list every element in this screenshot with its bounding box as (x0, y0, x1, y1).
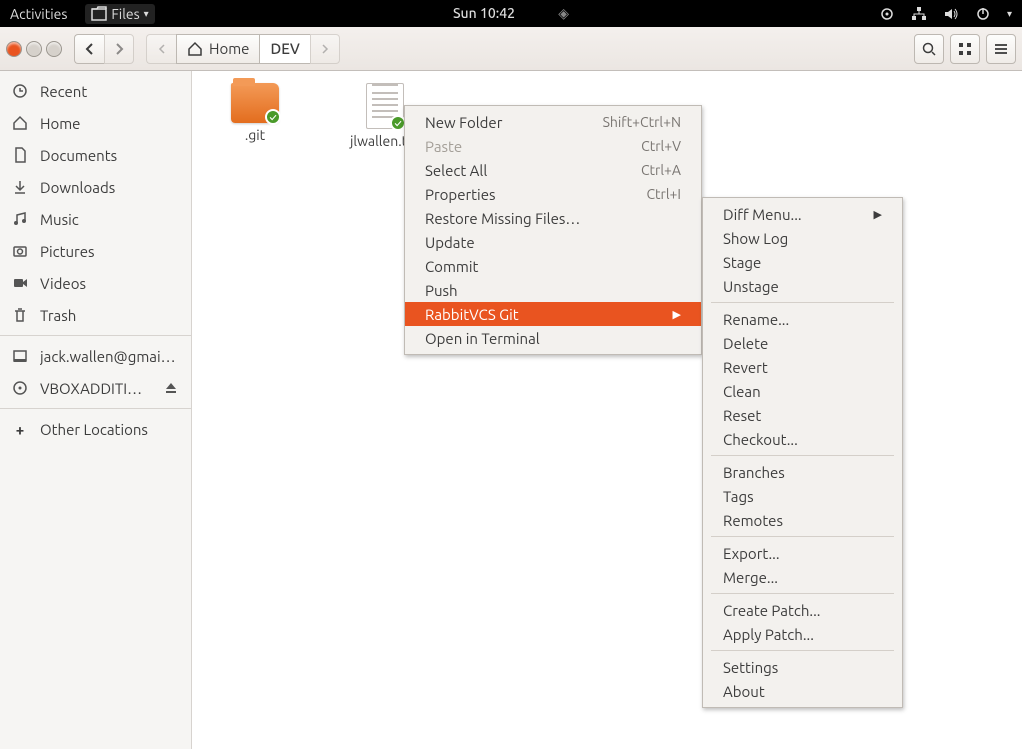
location-icon[interactable] (879, 6, 895, 22)
path-segment-current[interactable]: DEV (259, 34, 309, 64)
files-icon (91, 6, 107, 22)
sidebar-mount-vbox[interactable]: VBOXADDITIO… (0, 372, 191, 404)
window-controls (6, 41, 62, 57)
submenu-diff-menu[interactable]: Diff Menu...▶ (703, 202, 902, 226)
document-icon (12, 147, 28, 163)
maximize-button[interactable] (46, 41, 62, 57)
server-icon (12, 348, 28, 364)
camera-icon (12, 243, 28, 259)
path-bar: Home DEV (146, 34, 340, 64)
network-icon[interactable] (911, 6, 927, 22)
eject-icon[interactable] (163, 380, 179, 396)
file-manager-toolbar: Home DEV (0, 27, 1022, 71)
menu-update[interactable]: Update (405, 230, 701, 254)
plus-icon: + (12, 421, 28, 438)
sidebar-item-pictures[interactable]: Pictures (0, 235, 191, 267)
submenu-revert[interactable]: Revert (703, 355, 902, 379)
submenu-export[interactable]: Export... (703, 541, 902, 565)
menu-separator (711, 455, 894, 456)
sidebar-item-home[interactable]: Home (0, 107, 191, 139)
rabbitvcs-submenu: Diff Menu...▶ Show Log Stage Unstage Ren… (702, 197, 903, 708)
sidebar-other-locations[interactable]: +Other Locations (0, 413, 191, 445)
chevron-down-icon[interactable]: ▾ (1007, 8, 1012, 20)
submenu-show-log[interactable]: Show Log (703, 226, 902, 250)
submenu-clean[interactable]: Clean (703, 379, 902, 403)
menu-select-all[interactable]: Select AllCtrl+A (405, 158, 701, 182)
volume-icon[interactable] (943, 6, 959, 22)
menu-separator (711, 650, 894, 651)
menu-properties[interactable]: PropertiesCtrl+I (405, 182, 701, 206)
folder-git[interactable]: .git (210, 83, 300, 143)
close-button[interactable] (6, 41, 22, 57)
submenu-reset[interactable]: Reset (703, 403, 902, 427)
submenu-branches[interactable]: Branches (703, 460, 902, 484)
sidebar-mount-gmail[interactable]: jack.wallen@gmail.… (0, 340, 191, 372)
clock[interactable]: Sun 10:42 ◈ (453, 5, 569, 22)
view-toggle-button[interactable] (950, 34, 980, 64)
activities-button[interactable]: Activities (10, 6, 67, 22)
trash-icon (12, 307, 28, 323)
submenu-stage[interactable]: Stage (703, 250, 902, 274)
menu-rabbitvcs-git[interactable]: RabbitVCS Git▶ (405, 302, 701, 326)
menu-new-folder[interactable]: New FolderShift+Ctrl+N (405, 110, 701, 134)
sidebar-separator (0, 408, 191, 409)
menu-paste: PasteCtrl+V (405, 134, 701, 158)
sidebar-item-music[interactable]: Music (0, 203, 191, 235)
places-sidebar: Recent Home Documents Downloads Music Pi… (0, 71, 192, 749)
file-label: .git (245, 127, 265, 143)
menu-separator (711, 593, 894, 594)
sidebar-item-downloads[interactable]: Downloads (0, 171, 191, 203)
menu-separator (711, 302, 894, 303)
submenu-unstage[interactable]: Unstage (703, 274, 902, 298)
home-icon (187, 41, 203, 57)
video-icon (12, 275, 28, 291)
app-menu[interactable]: Files ▾ (85, 4, 154, 24)
sidebar-item-recent[interactable]: Recent (0, 75, 191, 107)
submenu-rename[interactable]: Rename... (703, 307, 902, 331)
submenu-arrow-icon: ▶ (673, 308, 681, 321)
path-next-button[interactable] (310, 34, 340, 64)
notification-indicator-icon: ◈ (558, 5, 569, 21)
menu-commit[interactable]: Commit (405, 254, 701, 278)
submenu-apply-patch[interactable]: Apply Patch... (703, 622, 902, 646)
sidebar-item-trash[interactable]: Trash (0, 299, 191, 331)
sidebar-separator (0, 335, 191, 336)
minimize-button[interactable] (26, 41, 42, 57)
home-icon (12, 115, 28, 131)
menu-open-terminal[interactable]: Open in Terminal (405, 326, 701, 350)
submenu-merge[interactable]: Merge... (703, 565, 902, 589)
search-button[interactable] (914, 34, 944, 64)
disc-icon (12, 380, 28, 396)
music-icon (12, 211, 28, 227)
submenu-settings[interactable]: Settings (703, 655, 902, 679)
sidebar-item-documents[interactable]: Documents (0, 139, 191, 171)
submenu-delete[interactable]: Delete (703, 331, 902, 355)
vcs-ok-badge-icon (265, 109, 281, 125)
nav-back-button[interactable] (74, 34, 104, 64)
submenu-tags[interactable]: Tags (703, 484, 902, 508)
clock-icon (12, 83, 28, 99)
download-icon (12, 179, 28, 195)
context-menu: New FolderShift+Ctrl+N PasteCtrl+V Selec… (404, 105, 702, 355)
path-prev-button[interactable] (146, 34, 176, 64)
submenu-arrow-icon: ▶ (874, 208, 882, 221)
menu-restore-missing[interactable]: Restore Missing Files… (405, 206, 701, 230)
nav-forward-button[interactable] (104, 34, 134, 64)
submenu-about[interactable]: About (703, 679, 902, 703)
gnome-top-panel: Activities Files ▾ Sun 10:42 ◈ ▾ (0, 0, 1022, 27)
power-icon[interactable] (975, 6, 991, 22)
chevron-down-icon: ▾ (144, 8, 149, 20)
submenu-remotes[interactable]: Remotes (703, 508, 902, 532)
hamburger-menu-button[interactable] (986, 34, 1016, 64)
menu-separator (711, 536, 894, 537)
submenu-create-patch[interactable]: Create Patch... (703, 598, 902, 622)
path-segment-home[interactable]: Home (176, 34, 259, 64)
submenu-checkout[interactable]: Checkout... (703, 427, 902, 451)
sidebar-item-videos[interactable]: Videos (0, 267, 191, 299)
menu-push[interactable]: Push (405, 278, 701, 302)
